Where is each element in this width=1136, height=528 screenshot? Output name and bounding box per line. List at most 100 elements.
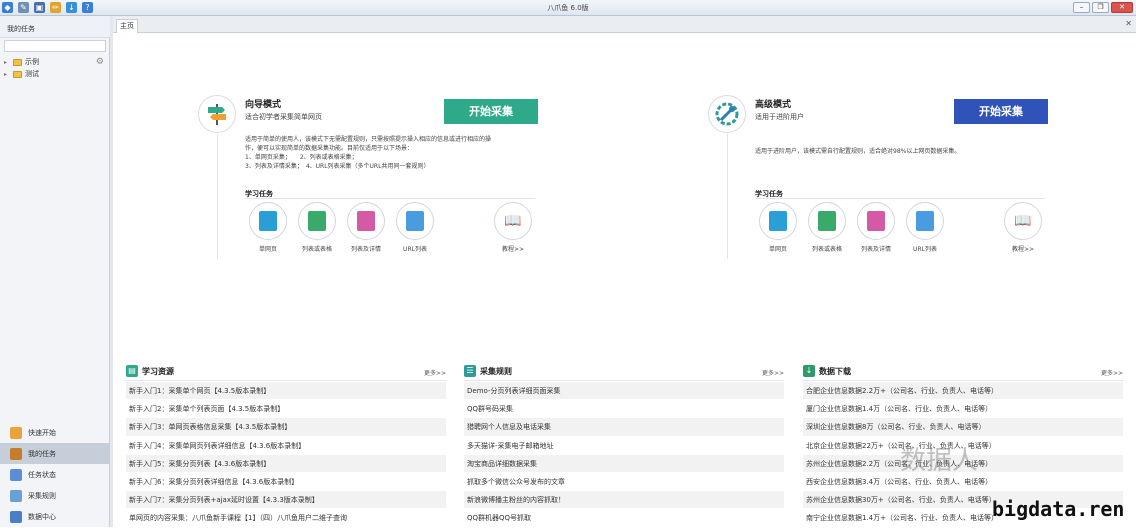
list-detail-icon [867, 211, 885, 231]
rule-item[interactable]: QQ群号码采集 [464, 400, 784, 419]
rule-item[interactable]: 淘宝商品详细数据采集 [464, 454, 784, 473]
sidebar: 我的任务 ▸ 示例 ⚙ ▸ 测试 快速开始 我的任务 任务状态 采集规则 数据中… [0, 16, 110, 527]
divider [245, 198, 535, 199]
book-icon: 📖 [504, 213, 522, 229]
rule-item[interactable]: 抓取多个微信公众号发布的文章 [464, 473, 784, 492]
task-search-input[interactable] [4, 40, 106, 52]
advanced-description: 适用于进阶用户，该模式需自行配置规则，适合绝对98%以上网页数据采集。 [755, 147, 1055, 156]
nav-task-status[interactable]: 任务状态 [0, 464, 110, 485]
star-icon [10, 426, 22, 439]
nav-my-tasks[interactable]: 我的任务 [0, 443, 110, 464]
desc-line: 3、列表及详情采集； 4、URL列表采集（多个URL共用同一套规则） [245, 163, 430, 170]
nav-data-center[interactable]: 数据中心 [0, 506, 110, 527]
tree-item-label: 示例 [25, 58, 39, 66]
rule-item[interactable]: 多天猫详-采集电子邮箱地址 [464, 437, 784, 455]
table-icon [308, 211, 326, 231]
learn-tutorial[interactable]: 📖 教程>> [1000, 202, 1046, 253]
nav-rules[interactable]: 采集规则 [0, 485, 110, 506]
download-item[interactable]: 厦门企业信息数据1.4万（公司名、行业、负责人、电话等） [803, 400, 1123, 419]
learn-list-table[interactable]: 列表或表格 [294, 202, 340, 253]
downloads-more-link[interactable]: 更多>> [1101, 368, 1123, 377]
rules-more-link[interactable]: 更多>> [762, 368, 784, 377]
advanced-mode-panel: 高级模式 适用于进阶用户 开始采集 适用于进阶用户，该模式需自行配置规则，适合绝… [708, 95, 1048, 265]
gear-icon[interactable]: ⚙ [96, 57, 104, 67]
web-page-icon [259, 211, 277, 231]
advanced-start-button[interactable]: 开始采集 [954, 99, 1048, 124]
close-window-button[interactable]: ✕ [1111, 2, 1133, 13]
restore-button[interactable]: ❐ [1092, 2, 1109, 13]
rule-item[interactable]: Demo-分页列表详细页面采集 [464, 382, 784, 401]
learn-url-list[interactable]: URL列表 [392, 202, 438, 253]
url-list-icon [406, 211, 424, 231]
tree-item-test[interactable]: ▸ 测试 [4, 68, 108, 80]
download-icon: ↓ [803, 365, 815, 377]
resource-item[interactable]: 新手入门6：采集分页列表详细信息【4.3.6版本录制】 [126, 473, 446, 492]
resources-title: 学习资源 [142, 367, 174, 376]
rule-item[interactable]: 新浪微博播主粉丝的内容抓取！ [464, 491, 784, 510]
resources-icon: ▤ [126, 365, 138, 377]
learn-label: 单网页 [768, 246, 787, 253]
learn-label: URL列表 [913, 246, 937, 253]
resource-item[interactable]: 新手入门2：采集单个列表页面【4.3.5版本录制】 [126, 400, 446, 419]
learn-tutorial[interactable]: 📖 教程>> [490, 202, 536, 253]
tree-item-label: 测试 [25, 70, 39, 78]
minimize-button[interactable]: – [1073, 2, 1090, 13]
wizard-description: 适用于简单的使用人，该模式下无需配置规则，只需按照提示操入相应的信息或进行相应的… [245, 135, 545, 171]
wizard-title: 向导模式 [245, 100, 282, 110]
desc-line: 适用于进阶用户，该模式需自行配置规则，适合绝对98%以上网页数据采集。 [755, 148, 961, 155]
task-tree: ▸ 示例 ⚙ ▸ 测试 [4, 56, 108, 80]
expand-icon[interactable]: ▸ [4, 59, 10, 66]
rules-title: 采集规则 [480, 367, 512, 376]
learn-url-list[interactable]: URL列表 [902, 202, 948, 253]
wizard-start-button[interactable]: 开始采集 [444, 99, 538, 124]
panel-splitter[interactable] [110, 16, 113, 527]
resource-item[interactable]: 新手入门4：采集单网页列表详细信息【4.3.6版本录制】 [126, 437, 446, 455]
list-detail-icon [357, 211, 375, 231]
tree-item-example[interactable]: ▸ 示例 ⚙ [4, 56, 108, 68]
learn-label: 列表及详情 [350, 246, 381, 253]
downloads-title: 数据下载 [819, 367, 851, 376]
learn-label: 单网页 [258, 246, 277, 253]
watermark-text: 数据人 [900, 446, 979, 476]
divider [217, 134, 218, 259]
nav-label: 数据中心 [28, 512, 56, 521]
nav-quick-start[interactable]: 快速开始 [0, 422, 110, 443]
expand-icon[interactable]: ▸ [4, 71, 10, 78]
advanced-subtitle: 适用于进阶用户 [755, 113, 804, 121]
learn-single-page[interactable]: 单网页 [755, 202, 801, 253]
rule-item[interactable]: QQ群机器QQ号抓取 [464, 509, 784, 528]
rules-icon [10, 489, 22, 502]
wizard-mode-panel: 向导模式 适合初学者采集简单网页 开始采集 适用于简单的使用人，该模式下无需配置… [198, 95, 538, 265]
tab-bar: 主页 ✕ [113, 16, 1136, 33]
nav-label: 采集规则 [28, 491, 56, 500]
signpost-icon [198, 95, 236, 133]
watermark-url: bigdata.ren [992, 497, 1125, 521]
resources-more-link[interactable]: 更多>> [424, 368, 446, 377]
resource-item[interactable]: 新手入门1：采集单个网页【4.3.5版本录制】 [126, 382, 446, 401]
rule-item[interactable]: 猎聘网个人信息及电话采集 [464, 418, 784, 437]
download-item[interactable]: 深圳企业信息数据8万（公司名、行业、负责人、电话等） [803, 418, 1123, 437]
rules-section: ☰ 采集规则 更多>> Demo-分页列表详细页面采集 QQ群号码采集 猎聘网个… [464, 364, 784, 528]
resource-item[interactable]: 新手入门3：单网页表格信息采集【4.3.5版本录制】 [126, 418, 446, 437]
sidebar-nav: 快速开始 我的任务 任务状态 采集规则 数据中心 [0, 422, 110, 527]
url-list-icon [916, 211, 934, 231]
learn-list-detail[interactable]: 列表及详情 [853, 202, 899, 253]
resource-item[interactable]: 新手入门7：采集分页列表+ajax延时设置【4.3.3版本录制】 [126, 491, 446, 510]
tab-home[interactable]: 主页 [116, 19, 138, 33]
nav-label: 我的任务 [28, 449, 56, 458]
advanced-title: 高级模式 [755, 100, 792, 110]
learn-single-page[interactable]: 单网页 [245, 202, 291, 253]
learn-list-detail[interactable]: 列表及详情 [343, 202, 389, 253]
title-bar: ◆ ✎ ▣ ✏ ↓ ? 八爪鱼 6.0版 – ❐ ✕ [0, 0, 1136, 16]
learn-list-table[interactable]: 列表或表格 [804, 202, 850, 253]
close-tab-icon[interactable]: ✕ [1125, 19, 1132, 28]
resource-item[interactable]: 单网页的内容采集：八爪鱼新手课程【1】（四）八爪鱼用户二维子查询 [126, 509, 446, 528]
data-center-icon [10, 510, 22, 523]
download-item[interactable]: 合肥企业信息数据2.2万+（公司名、行业、负责人、电话等） [803, 382, 1123, 401]
resource-item[interactable]: 新手入门5：采集分页列表【4.3.6版本录制】 [126, 454, 446, 473]
folder-icon [13, 58, 22, 66]
sidebar-header: 我的任务 [0, 16, 110, 38]
nav-label: 任务状态 [28, 470, 56, 479]
desc-line: 1、单网页采集； 2、列表或表格采集； [245, 154, 358, 161]
learn-label: 列表或表格 [301, 246, 332, 253]
